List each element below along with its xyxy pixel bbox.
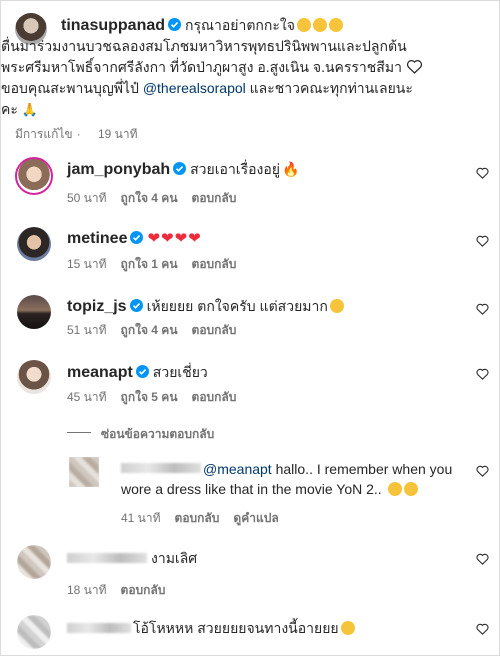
comment-meta: 51 นาที ถูกใจ 4 คน ตอบกลับ (67, 321, 250, 340)
mention-link[interactable]: @meanapt (203, 461, 272, 477)
avatar[interactable] (17, 615, 51, 649)
smile-emoji-icon (403, 482, 418, 496)
likes-count[interactable]: ถูกใจ 4 คน (121, 191, 178, 205)
verified-badge-icon (130, 231, 144, 244)
reply-meta: 41 นาที ตอบกลับ ดูคำแปล (121, 509, 293, 528)
blurred-username (67, 553, 147, 563)
post-time: 19 นาที (97, 127, 138, 141)
comment-username[interactable]: topiz_js (67, 298, 127, 315)
reply-button[interactable]: ตอบกลับ (175, 511, 220, 525)
verified-badge-icon (135, 365, 149, 378)
edited-label: มีการแก้ไข (15, 127, 73, 141)
comment-meta: 50 นาที ถูกใจ 4 คน ตอบกลับ (67, 189, 250, 208)
like-heart-icon[interactable] (476, 368, 489, 380)
caption-text-5: คะ (1, 101, 18, 117)
reply-button[interactable]: ตอบกลับ (192, 257, 237, 271)
hide-replies-label[interactable]: ซ่อนข้อความตอบกลับ (101, 425, 214, 444)
avatar[interactable] (17, 227, 51, 261)
blurred-username (121, 463, 201, 473)
caption-text-1: กรุณาอย่าตกกะใจ (185, 17, 295, 33)
laughing-emoji-icon (328, 18, 343, 32)
heart-outline-icon (406, 60, 422, 74)
comment-item: meanapt สวยเชี่ยว 45 นาที ถูกใจ 5 คน ตอบกลั… (1, 356, 499, 416)
like-heart-icon[interactable] (476, 553, 489, 565)
comment-text: โอ้โหหหห สวยยยยจนทางนี้อายยย (133, 620, 339, 636)
like-heart-icon[interactable] (476, 167, 489, 179)
comment-text: งามเลิศ (151, 550, 198, 566)
verified-badge-icon (129, 299, 143, 312)
comment-username[interactable]: metinee (67, 230, 127, 247)
likes-count[interactable]: ถูกใจ 1 คน (121, 257, 178, 271)
comment-time: 51 นาที (67, 323, 107, 337)
praying-hands-icon: 🙏 (21, 102, 39, 117)
heart-eyes-emoji-icon (340, 621, 355, 635)
comment-item: โอ้โหหหห สวยยยยจนทางนี้อายยย (1, 611, 499, 656)
hide-replies-toggle[interactable]: ซ่อนข้อความตอบกลับ (1, 423, 499, 441)
comment-time: 50 นาที (67, 191, 107, 205)
reply-button[interactable]: ตอบกลับ (121, 583, 166, 597)
caption-text-3: พระศรีมหาโพธิ์จากศรีลังกา ที่วัดป่าภูผาส… (1, 59, 402, 75)
like-heart-icon[interactable] (476, 465, 489, 477)
comment-item: topiz_js เห้ยยยย ตกใจครับ แต่สวยมาก 51 นา… (1, 289, 499, 349)
comment-meta: 15 นาที ถูกใจ 1 คน ตอบกลับ (67, 255, 250, 274)
comment-item: metinee ❤❤❤❤ 15 นาที ถูกใจ 1 คน ตอบกลับ (1, 221, 499, 281)
comment-meta: 45 นาที ถูกใจ 5 คน ตอบกลับ (67, 388, 250, 407)
fire-emoji-icon: 🔥 (281, 161, 300, 177)
reply-button[interactable]: ตอบกลับ (192, 390, 237, 404)
comment-time: 15 นาที (67, 257, 107, 271)
like-heart-icon[interactable] (476, 623, 489, 635)
comment-meta: 18 นาที ตอบกลับ (67, 581, 179, 600)
blurred-username (67, 623, 131, 633)
comment-item: งามเลิศ 18 นาที ตอบกลับ (1, 541, 499, 597)
avatar[interactable] (15, 157, 53, 195)
post-caption: tinasuppanad กรุณาอย่าตกกะใจ ตื่นมาร่วมงา… (1, 1, 499, 141)
comment-username[interactable]: meanapt (67, 364, 133, 381)
comment-username[interactable]: jam_ponybah (67, 161, 170, 178)
heart-eyes-emoji-icon (329, 299, 344, 313)
comment-text: สวยเชี่ยว (152, 364, 208, 380)
laughing-emoji-icon (296, 18, 311, 32)
likes-count[interactable]: ถูกใจ 5 คน (121, 390, 178, 404)
post-meta: มีการแก้ไข · 19 นาที (15, 127, 138, 141)
caption-text-4: ขอบคุณสะพานบุญพี่ไป๋ @therealsorapol และ… (1, 80, 413, 96)
avatar[interactable] (69, 457, 99, 487)
comment-item: jam_ponybah สวยเอาเรื่องอยู่ 🔥 50 นาที ถูกใ… (1, 151, 499, 211)
reply-text: hallo.. I remember when you (275, 461, 453, 477)
verified-badge-icon (168, 18, 182, 31)
avatar[interactable] (17, 360, 51, 394)
like-heart-icon[interactable] (476, 303, 489, 315)
reply-item: @meanapt hallo.. I remember when you wor… (1, 451, 499, 531)
red-hearts-emoji-icon: ❤❤❤❤ (147, 230, 202, 247)
comment-text: สวยเอาเรื่องอยู่ (190, 161, 280, 177)
caption-text-2: ตื่นมาร่วมงานบวชฉลองสมโภชมหาวิหารพุทธปริ… (1, 38, 407, 54)
laughing-emoji-icon (312, 18, 327, 32)
verified-badge-icon (173, 162, 187, 175)
comment-time: 45 นาที (67, 390, 107, 404)
like-heart-icon[interactable] (476, 235, 489, 247)
reply-button[interactable]: ตอบกลับ (192, 191, 237, 205)
comment-text: เห้ยยยย ตกใจครับ แต่สวยมาก (146, 298, 328, 314)
avatar[interactable] (17, 545, 51, 579)
reply-time: 41 นาที (121, 511, 161, 525)
mention-link[interactable]: @therealsorapol (143, 80, 246, 96)
reply-button[interactable]: ตอบกลับ (192, 323, 237, 337)
comment-time: 18 นาที (67, 583, 107, 597)
post-username[interactable]: tinasuppanad (61, 17, 165, 34)
reply-text: wore a dress like that in the movie YoN … (121, 481, 382, 497)
comment-body: โอ้โหหหห สวยยยยจนทางนี้อายยย (133, 618, 355, 640)
divider (67, 432, 91, 433)
likes-count[interactable]: ถูกใจ 4 คน (121, 323, 178, 337)
avatar[interactable] (17, 295, 51, 329)
grinning-emoji-icon (387, 482, 402, 496)
translate-button[interactable]: ดูคำแปล (233, 511, 278, 525)
